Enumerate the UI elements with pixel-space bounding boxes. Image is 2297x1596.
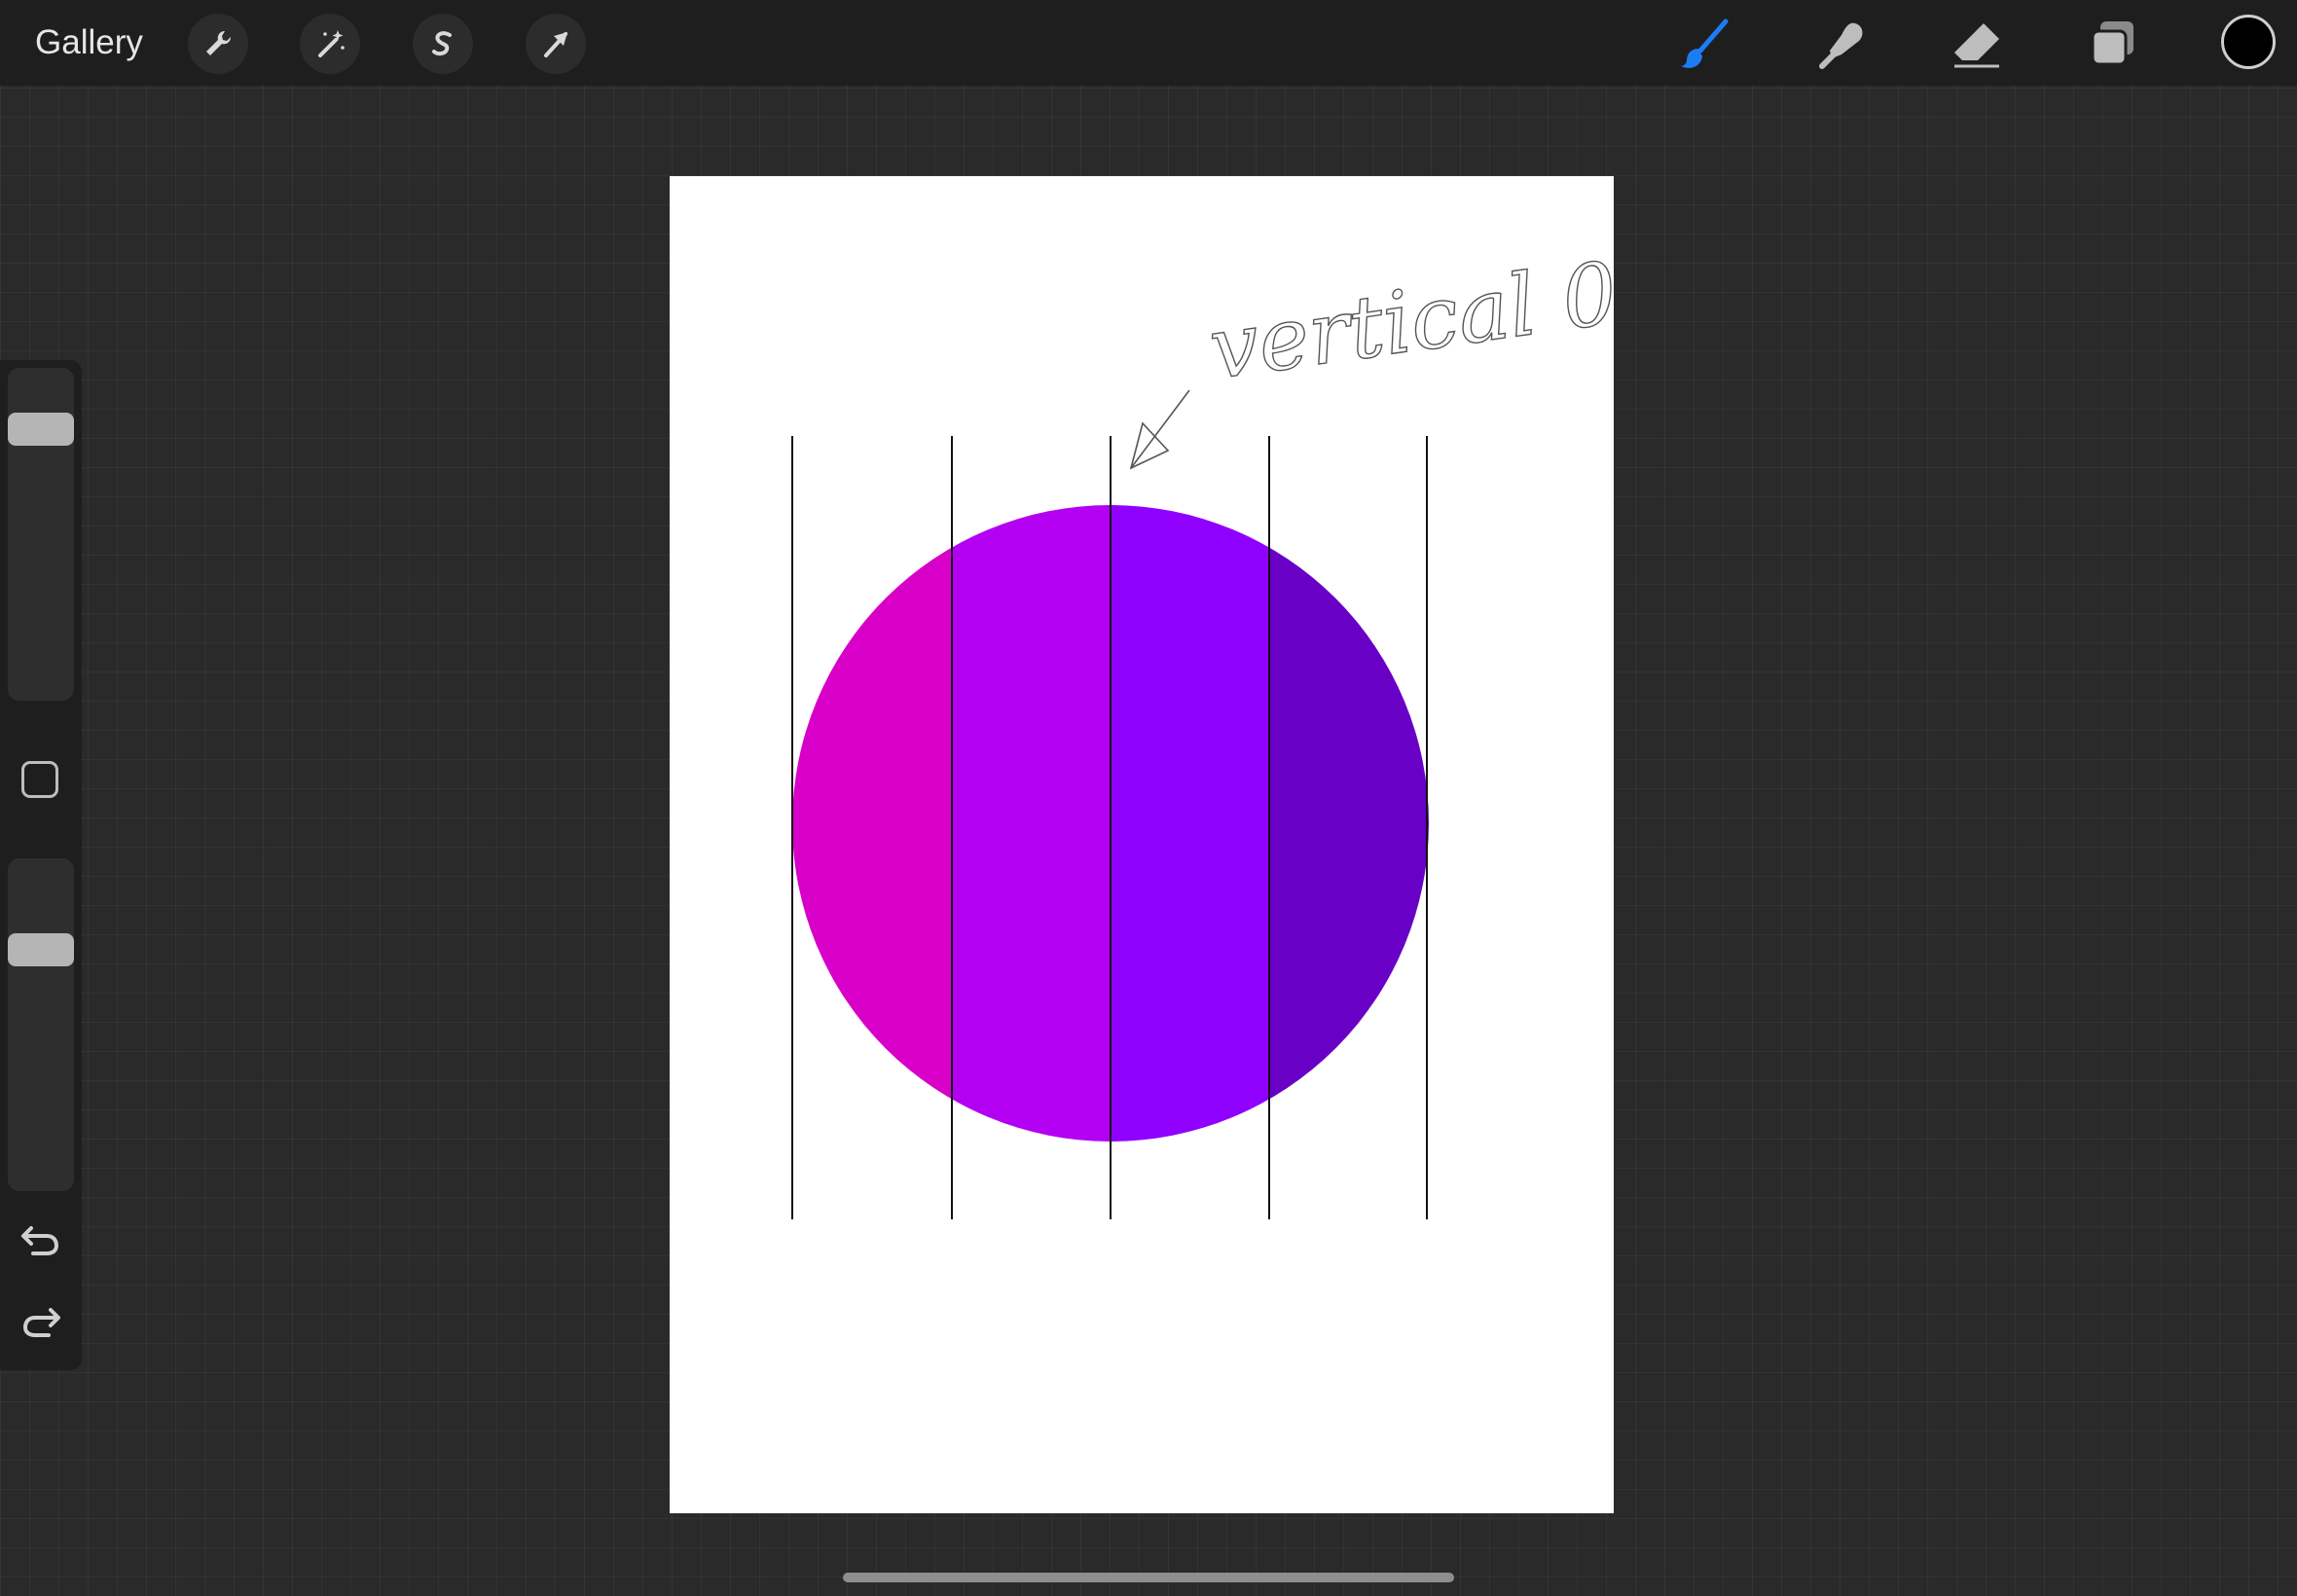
modify-button[interactable]: [21, 761, 58, 798]
left-sidebar: [0, 360, 82, 1370]
magic-wand-icon: [318, 30, 345, 57]
adjustments-button[interactable]: [300, 14, 360, 74]
redo-arrow-icon[interactable]: [19, 1302, 62, 1341]
circle-stripe: [1269, 505, 1429, 1142]
brush-size-slider-thumb[interactable]: [8, 413, 74, 446]
arrow-cursor-icon: [544, 32, 567, 57]
artwork: vertical 04: [791, 235, 1678, 1219]
drawing-canvas[interactable]: vertical 04: [670, 176, 1678, 1513]
opacity-slider-thumb[interactable]: [8, 933, 74, 966]
brush-icon: [1681, 18, 1729, 68]
brush-tool-button[interactable]: [1673, 12, 1737, 76]
color-picker-button[interactable]: [2221, 15, 2276, 69]
top-toolbar: Gallery: [0, 0, 2297, 86]
layers-icon: [2091, 21, 2133, 66]
home-indicator[interactable]: [843, 1573, 1454, 1582]
eraser-tool-button[interactable]: [1945, 12, 2009, 76]
gallery-button[interactable]: Gallery: [35, 19, 143, 66]
smudge-tool-button[interactable]: [1808, 12, 1873, 76]
selection-s-icon: [432, 31, 452, 56]
selection-button[interactable]: [413, 14, 473, 74]
eraser-icon: [1954, 23, 1999, 68]
circle-stripe: [792, 505, 952, 1142]
undo-arrow-icon[interactable]: [19, 1220, 62, 1259]
sketch-arrow: [1129, 389, 1190, 470]
opacity-slider[interactable]: [8, 858, 74, 1191]
circle-stripe: [1111, 505, 1269, 1142]
smudge-finger-icon: [1819, 22, 1863, 69]
layers-button[interactable]: [2081, 12, 2145, 76]
handwritten-note: vertical 04: [1204, 235, 1614, 398]
transform-button[interactable]: [526, 14, 586, 74]
wrench-icon: [206, 30, 232, 55]
brush-size-slider[interactable]: [8, 368, 74, 701]
circle-stripe: [952, 505, 1111, 1142]
actions-button[interactable]: [188, 14, 248, 74]
